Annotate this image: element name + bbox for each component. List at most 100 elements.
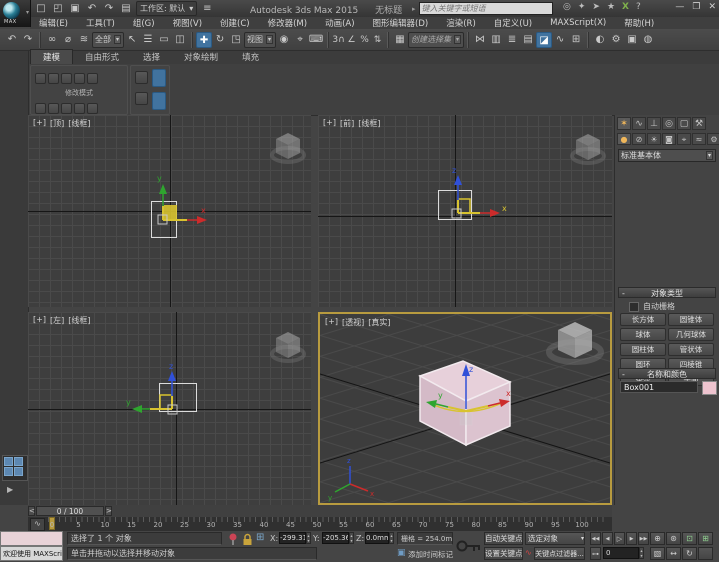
spinner-snap-icon[interactable]: ⇅	[371, 32, 384, 48]
ribbon-tab[interactable]: 自由形式	[73, 50, 131, 64]
isolate-selection-icon[interactable]	[228, 533, 238, 546]
ribbon-tab[interactable]: 对象绘制	[172, 50, 230, 64]
toggle-scene-explorer-icon[interactable]	[152, 92, 166, 110]
border-mode-icon[interactable]	[61, 73, 72, 84]
snaps-toggle-icon[interactable]: 3∩	[332, 32, 345, 48]
move-gizmo[interactable]: z x	[418, 153, 513, 238]
ribbon-tab[interactable]: 选择	[131, 50, 172, 64]
toggle-ribbon-icon[interactable]: ◪	[536, 32, 552, 48]
unlink-selection-icon[interactable]: ⌀	[60, 32, 76, 48]
viewcube-ghost[interactable]	[266, 128, 310, 170]
current-frame-field[interactable]: 0	[603, 547, 639, 559]
layout-flyout-arrow-icon[interactable]: ▶	[7, 485, 13, 494]
collapse-icon[interactable]	[87, 103, 98, 114]
ribbon-pin-icon[interactable]	[135, 92, 148, 105]
reference-coordinate-dropdown[interactable]: 视图 ▾	[244, 32, 276, 48]
cameras-icon[interactable]: ◙	[662, 133, 676, 145]
menu-item[interactable]: MAXScript(X)	[541, 18, 615, 28]
go-to-start-button[interactable]: ◀◀	[590, 532, 601, 545]
set-keys-button[interactable]	[456, 533, 482, 560]
rendered-frame-window-icon[interactable]: ▣	[624, 32, 640, 48]
object-type-button[interactable]: 几何球体	[668, 328, 714, 341]
ribbon-tab[interactable]: 建模	[30, 49, 73, 64]
workspace-dropdown[interactable]: 工作区: 默认 ▾	[136, 1, 197, 16]
new-file-icon[interactable]: □	[34, 1, 48, 17]
project-folder-icon[interactable]: ▤	[119, 1, 133, 17]
time-slider[interactable]: 0 / 100	[36, 506, 104, 516]
exchange-apps-icon[interactable]: X	[622, 2, 629, 12]
viewport-name[interactable]: [左]	[50, 315, 64, 326]
selected-filter-dropdown[interactable]: 选定对象▾	[525, 532, 585, 545]
select-and-move-icon[interactable]: ✚	[196, 32, 212, 48]
menu-item[interactable]: 帮助(H)	[615, 17, 663, 29]
open-mini-curve-editor-button[interactable]: ∿	[30, 518, 45, 531]
tab-display-icon[interactable]: ▢	[677, 117, 691, 130]
pivot-icon[interactable]	[35, 103, 46, 114]
key-filters-button[interactable]: 关键点过滤器...	[534, 547, 585, 560]
absolute-offset-toggle-icon[interactable]: ⊞	[256, 532, 264, 543]
preview-subobj-icon[interactable]	[48, 103, 59, 114]
preview-off-icon[interactable]	[74, 103, 85, 114]
viewcube-ghost[interactable]	[566, 129, 610, 171]
angle-snap-icon[interactable]: ∠	[345, 32, 358, 48]
key-mode-toggle[interactable]: ⊶	[590, 547, 601, 560]
toggle-command-panel-icon[interactable]	[152, 69, 166, 87]
viewport-front[interactable]: [+] [前] [线框] z x	[318, 115, 612, 307]
named-selection-sets-dropdown[interactable]: 创建选择集 ▾	[408, 32, 464, 48]
application-menu-button[interactable]: MAX ▾	[0, 0, 31, 27]
object-type-button[interactable]: 球体	[620, 328, 666, 341]
set-key-button[interactable]: 设置关键点	[484, 547, 523, 560]
bind-to-space-warp-icon[interactable]: ≋	[76, 32, 92, 48]
name-color-rollout[interactable]: - 名称和颜色	[618, 368, 716, 379]
viewport-menu-plus[interactable]: [+]	[33, 315, 46, 326]
selection-lock-icon[interactable]	[242, 533, 253, 546]
preview-multi-icon[interactable]	[61, 103, 72, 114]
tab-utilities-icon[interactable]: ⚒	[692, 117, 706, 130]
material-editor-icon[interactable]: ◐	[592, 32, 608, 48]
schematic-view-icon[interactable]: ⊞	[568, 32, 584, 48]
undo-button[interactable]: ↶	[4, 32, 20, 48]
window-crossing-icon[interactable]: ◫	[172, 32, 188, 48]
helpers-icon[interactable]: ⌖	[677, 133, 691, 145]
menu-item[interactable]: 视图(V)	[164, 17, 211, 29]
frame-spinner[interactable]: ▴▾	[639, 547, 644, 559]
menu-item[interactable]: 渲染(R)	[437, 17, 485, 29]
object-type-rollout[interactable]: - 对象类型	[618, 287, 716, 298]
object-type-button[interactable]: 长方体	[620, 313, 666, 326]
selection-filter-dropdown[interactable]: 全部 ▾	[92, 32, 124, 48]
geometry-icon[interactable]: ●	[617, 133, 631, 145]
shapes-icon[interactable]: ⊘	[632, 133, 646, 145]
select-and-link-icon[interactable]: ∞	[44, 32, 60, 48]
viewport-name[interactable]: [透视]	[342, 317, 364, 328]
maximize-button[interactable]: ❐	[692, 2, 700, 12]
zoom-extents-icon[interactable]: ⊡	[682, 532, 697, 545]
z-spinner[interactable]: ▴▾	[389, 532, 394, 544]
next-frame-button[interactable]: ▶	[626, 532, 637, 545]
select-by-name-icon[interactable]: ☰	[140, 32, 156, 48]
x-coordinate-field[interactable]: -299.315m	[279, 532, 306, 544]
systems-icon[interactable]: ⚙	[707, 133, 719, 145]
ribbon-tab[interactable]: 填充	[230, 50, 271, 64]
scene-explorer-icon[interactable]: ▤	[520, 32, 536, 48]
maxscript-listener-output[interactable]: 欢迎使用 MAXScript	[0, 546, 63, 561]
orbit-icon[interactable]: ↻	[682, 547, 697, 560]
percent-snap-icon[interactable]: %	[358, 32, 371, 48]
object-type-button[interactable]: 圆锥体	[668, 313, 714, 326]
add-time-tag[interactable]: 添加时间标记	[408, 549, 453, 560]
save-file-icon[interactable]: ▣	[68, 1, 82, 17]
zoom-extents-all-icon[interactable]: ⊞	[698, 532, 713, 545]
search-input[interactable]	[419, 2, 553, 15]
menu-item[interactable]: 动画(A)	[316, 17, 363, 29]
zoom-icon[interactable]: ⊕	[650, 532, 665, 545]
use-pivot-center-icon[interactable]: ◉	[276, 32, 292, 48]
viewport-shading[interactable]: [线框]	[358, 118, 380, 129]
element-mode-icon[interactable]	[87, 73, 98, 84]
track-bar[interactable]: ∿ 05101520253035404550556065707580859095…	[28, 517, 612, 532]
undo-icon[interactable]: ↶	[85, 1, 99, 17]
viewport-name[interactable]: [顶]	[50, 118, 64, 129]
select-and-manipulate-icon[interactable]: ⌖	[292, 32, 308, 48]
vertex-mode-icon[interactable]	[35, 73, 46, 84]
menu-item[interactable]: 组(G)	[124, 17, 164, 29]
edge-mode-icon[interactable]	[48, 73, 59, 84]
object-color-swatch[interactable]	[702, 381, 717, 395]
